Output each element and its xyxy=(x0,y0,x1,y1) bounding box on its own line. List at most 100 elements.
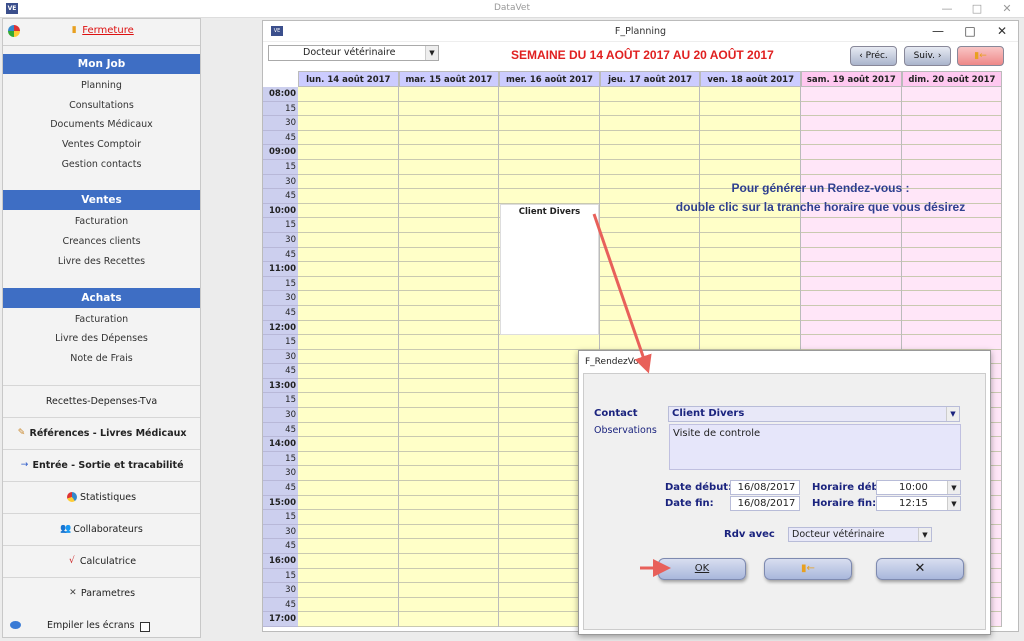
time-slot-cell[interactable] xyxy=(801,306,901,321)
time-slot-cell[interactable] xyxy=(700,145,800,160)
time-slot-cell[interactable] xyxy=(700,335,800,350)
time-slot-cell[interactable] xyxy=(901,131,1002,146)
time-slot-cell[interactable] xyxy=(700,306,800,321)
time-slot-cell[interactable] xyxy=(499,175,599,190)
time-slot-cell[interactable] xyxy=(398,306,499,321)
time-slot-cell[interactable] xyxy=(398,87,499,102)
time-slot-cell[interactable] xyxy=(901,291,1002,306)
time-slot-cell[interactable] xyxy=(901,306,1002,321)
time-slot-cell[interactable] xyxy=(801,233,901,248)
time-slot-cell[interactable] xyxy=(700,218,800,233)
time-slot-cell[interactable] xyxy=(398,204,499,219)
time-slot-cell[interactable] xyxy=(599,233,700,248)
cancel-button[interactable]: ✕ xyxy=(876,558,964,580)
time-slot-cell[interactable] xyxy=(901,262,1002,277)
time-slot-cell[interactable] xyxy=(700,262,800,277)
time-slot-cell[interactable] xyxy=(801,321,901,336)
sidebar-item-facturation-ventes[interactable]: Facturation xyxy=(3,212,200,232)
exit-dialog-button[interactable]: ▮← xyxy=(764,558,852,580)
time-slot-cell[interactable] xyxy=(801,160,901,175)
exit-link[interactable]: ▮ Fermeture xyxy=(3,25,200,36)
time-slot-cell[interactable] xyxy=(398,539,499,554)
sidebar-item-livre-depenses[interactable]: Livre des Dépenses xyxy=(3,329,200,349)
time-slot-cell[interactable] xyxy=(801,262,901,277)
sidebar-item-documents[interactable]: Documents Médicaux xyxy=(3,115,200,135)
time-slot-cell[interactable] xyxy=(599,248,700,263)
time-slot-cell[interactable] xyxy=(901,335,1002,350)
time-slot-cell[interactable] xyxy=(901,218,1002,233)
time-slot-cell[interactable] xyxy=(398,379,499,394)
appointment-block[interactable]: Client Divers xyxy=(500,203,599,336)
time-slot-cell[interactable] xyxy=(398,248,499,263)
time-slot-cell[interactable] xyxy=(801,102,901,117)
time-slot-cell[interactable] xyxy=(700,116,800,131)
hour-end-select[interactable]: 12:15 ▼ xyxy=(876,496,961,511)
time-slot-cell[interactable] xyxy=(398,189,499,204)
time-slot-cell[interactable] xyxy=(801,87,901,102)
time-slot-cell[interactable] xyxy=(298,277,398,292)
time-slot-cell[interactable] xyxy=(599,145,700,160)
time-slot-cell[interactable] xyxy=(298,539,398,554)
time-slot-cell[interactable] xyxy=(298,569,398,584)
sidebar-item-facturation-achats[interactable]: Facturation xyxy=(3,310,200,330)
time-slot-cell[interactable] xyxy=(801,116,901,131)
time-slot-cell[interactable] xyxy=(599,306,700,321)
time-slot-cell[interactable] xyxy=(298,189,398,204)
time-slot-cell[interactable] xyxy=(801,145,901,160)
sidebar-item-gestion-contacts[interactable]: Gestion contacts xyxy=(3,155,200,175)
sidebar-references[interactable]: ✎ Références - Livres Médicaux xyxy=(3,416,200,449)
time-slot-cell[interactable] xyxy=(801,131,901,146)
time-slot-cell[interactable] xyxy=(298,175,398,190)
planning-minimize-icon[interactable]: — xyxy=(923,24,953,38)
time-slot-cell[interactable] xyxy=(398,335,499,350)
time-slot-cell[interactable] xyxy=(398,393,499,409)
time-slot-cell[interactable] xyxy=(599,131,700,146)
time-slot-cell[interactable] xyxy=(398,583,499,598)
time-slot-cell[interactable] xyxy=(700,160,800,175)
sidebar-item-planning[interactable]: Planning xyxy=(3,76,200,96)
time-slot-cell[interactable] xyxy=(398,598,499,613)
time-slot-cell[interactable] xyxy=(298,102,398,117)
time-slot-cell[interactable] xyxy=(398,612,499,627)
time-slot-cell[interactable] xyxy=(901,248,1002,263)
time-slot-cell[interactable] xyxy=(599,277,700,292)
date-end-field[interactable]: 16/08/2017 xyxy=(730,496,800,511)
time-slot-cell[interactable] xyxy=(499,145,599,160)
time-slot-cell[interactable] xyxy=(298,525,398,540)
time-slot-cell[interactable] xyxy=(398,481,499,496)
sidebar-item-note-frais[interactable]: Note de Frais xyxy=(3,349,200,369)
time-slot-cell[interactable] xyxy=(599,321,700,336)
time-slot-cell[interactable] xyxy=(298,262,398,277)
time-slot-cell[interactable] xyxy=(398,262,499,277)
time-slot-cell[interactable] xyxy=(398,496,499,511)
time-slot-cell[interactable] xyxy=(801,218,901,233)
time-slot-cell[interactable] xyxy=(298,335,398,350)
day-column[interactable] xyxy=(398,87,500,627)
time-slot-cell[interactable] xyxy=(499,131,599,146)
time-slot-cell[interactable] xyxy=(700,131,800,146)
time-slot-cell[interactable] xyxy=(298,583,398,598)
time-slot-cell[interactable] xyxy=(901,321,1002,336)
planning-maximize-icon[interactable]: □ xyxy=(955,24,985,38)
time-slot-cell[interactable] xyxy=(298,510,398,525)
time-slot-cell[interactable] xyxy=(599,218,700,233)
time-slot-cell[interactable] xyxy=(398,116,499,131)
time-slot-cell[interactable] xyxy=(398,408,499,423)
time-slot-cell[interactable] xyxy=(398,102,499,117)
ok-button[interactable]: OK xyxy=(658,558,746,580)
rdv-with-select[interactable]: Docteur vétérinaire ▼ xyxy=(788,527,932,542)
time-slot-cell[interactable] xyxy=(298,612,398,627)
time-slot-cell[interactable] xyxy=(499,87,599,102)
time-slot-cell[interactable] xyxy=(599,262,700,277)
date-start-field[interactable]: 16/08/2017 xyxy=(730,480,800,495)
exit-planning-button[interactable]: ▮← xyxy=(957,46,1004,66)
stack-screens-checkbox[interactable] xyxy=(140,622,150,632)
time-slot-cell[interactable] xyxy=(700,277,800,292)
time-slot-cell[interactable] xyxy=(398,510,499,525)
sidebar-statistiques[interactable]: Statistiques xyxy=(3,480,200,513)
time-slot-cell[interactable] xyxy=(298,496,398,511)
time-slot-cell[interactable] xyxy=(398,554,499,569)
time-slot-cell[interactable] xyxy=(298,291,398,306)
time-slot-cell[interactable] xyxy=(901,160,1002,175)
time-slot-cell[interactable] xyxy=(398,569,499,584)
